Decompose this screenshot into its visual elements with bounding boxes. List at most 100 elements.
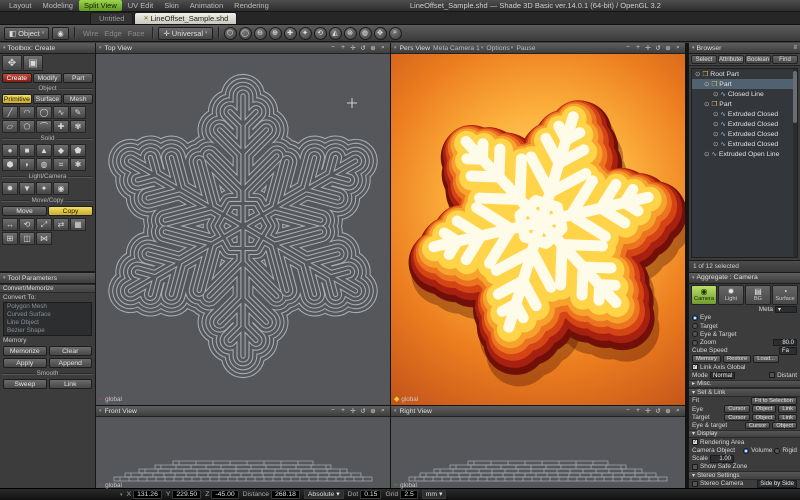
- create-tool-icon-1[interactable]: ✥: [2, 55, 22, 71]
- transform-tool-icon-2[interactable]: ⟲: [19, 218, 35, 231]
- front-viewport-canvas[interactable]: ⌐ global: [96, 417, 390, 491]
- viewport-control-6[interactable]: ⌕: [674, 44, 682, 52]
- toolbar-icon-12[interactable]: ⌕: [389, 27, 402, 40]
- display-section-header[interactable]: ▾ Display: [689, 430, 800, 439]
- create-mode-button[interactable]: Create: [2, 73, 32, 83]
- viewport-control-6[interactable]: ⌕: [379, 407, 387, 415]
- toolbox-header[interactable]: ▾ Toolbox: Create: [0, 43, 95, 54]
- viewport-control-1[interactable]: −: [329, 44, 337, 52]
- convert-option-line-object[interactable]: Line Object: [4, 319, 91, 327]
- viewport-control-2[interactable]: +: [339, 407, 347, 415]
- transform-tool-icon-6[interactable]: ⊞: [2, 232, 18, 245]
- target-cursor-button[interactable]: Cursor: [724, 414, 749, 422]
- pers-viewport-canvas[interactable]: ◆ global: [391, 54, 685, 405]
- aggregate-tab-light[interactable]: ✹Light: [718, 285, 744, 305]
- solid-tool-icon-1[interactable]: ●: [2, 144, 18, 157]
- eye-icon[interactable]: ⊙: [695, 70, 700, 78]
- convert-memorize-header[interactable]: Convert/Memorize: [0, 284, 95, 293]
- stereo-camera-checkbox[interactable]: [692, 481, 698, 487]
- menu-tab-layout[interactable]: Layout: [4, 0, 37, 11]
- apply-button[interactable]: Apply: [3, 358, 47, 368]
- pause-button[interactable]: Pause: [516, 45, 535, 52]
- browser-tab-find[interactable]: Find: [772, 55, 798, 64]
- restore-button[interactable]: Restore: [723, 355, 751, 363]
- viewport-control-5[interactable]: ⊕: [369, 44, 377, 52]
- camera-select-dropdown[interactable]: Meta Camera 1▾: [433, 45, 483, 52]
- eye-icon[interactable]: ⊙: [704, 150, 709, 158]
- toolbar-icon-2[interactable]: ◯: [239, 27, 252, 40]
- memory-button[interactable]: Memory: [692, 355, 721, 363]
- solid-tool-icon-8[interactable]: ◍: [36, 158, 52, 171]
- line-tool-icon-4[interactable]: ∿: [53, 106, 69, 119]
- coordinate-mode-dropdown[interactable]: Absolute ▾: [304, 490, 344, 499]
- toolbar-icon-9[interactable]: ⊛: [344, 27, 357, 40]
- transform-tool-icon-4[interactable]: ⇄: [53, 218, 69, 231]
- safe-zone-checkbox[interactable]: [692, 464, 698, 470]
- stereo-mode-dropdown[interactable]: Side by Side: [757, 480, 797, 488]
- line-tool-icon-7[interactable]: ⬠: [19, 120, 35, 133]
- misc-section-header[interactable]: ▸ Misc.: [689, 380, 800, 389]
- viewport-control-4[interactable]: ↺: [654, 407, 662, 415]
- tool-parameters-header[interactable]: ▾ Tool Parameters: [0, 273, 95, 284]
- unit-dropdown[interactable]: mm ▾: [422, 490, 447, 499]
- transform-tool-icon-3[interactable]: ⤢: [36, 218, 52, 231]
- viewport-control-4[interactable]: ↺: [359, 407, 367, 415]
- tree-item-extruded-open-line[interactable]: ⊙∿Extruded Open Line: [692, 149, 797, 159]
- line-tool-icon-5[interactable]: ✎: [70, 106, 86, 119]
- toolbar-icon-5[interactable]: ✚: [284, 27, 297, 40]
- toolbar-icon-3[interactable]: ⊖: [254, 27, 267, 40]
- light-camera-tool-icon-4[interactable]: ◉: [53, 182, 69, 195]
- right-viewport-canvas[interactable]: ⌐ global: [391, 417, 685, 491]
- eye-target-radio[interactable]: [692, 331, 698, 337]
- tree-item-part[interactable]: ⊙❒Part: [692, 99, 797, 109]
- line-tool-icon-10[interactable]: ✾: [70, 120, 86, 133]
- top-viewport-canvas[interactable]: ⌐ global: [96, 54, 390, 405]
- chevron-down-icon[interactable]: ▾: [394, 45, 397, 51]
- load-button[interactable]: Load...: [753, 355, 779, 363]
- viewport-control-6[interactable]: ⌕: [674, 407, 682, 415]
- eye-link-button[interactable]: Link: [778, 405, 797, 413]
- menu-tab-uv-edit[interactable]: UV Edit: [123, 0, 158, 11]
- line-tool-icon-1[interactable]: ╱: [2, 106, 18, 119]
- eye-icon[interactable]: ⊙: [713, 120, 718, 128]
- primitive-button[interactable]: Primitive: [2, 94, 32, 104]
- mode-button-wire[interactable]: Wire: [80, 29, 101, 38]
- viewport-control-2[interactable]: +: [634, 44, 642, 52]
- scale-field[interactable]: 1.00: [710, 455, 734, 463]
- aggregate-tab-surface[interactable]: ◔Surface: [772, 285, 798, 305]
- line-tool-icon-8[interactable]: ⌒: [36, 120, 52, 133]
- solid-tool-icon-3[interactable]: ▲: [36, 144, 52, 157]
- eye-icon[interactable]: ⊙: [704, 100, 709, 108]
- universal-manipulator-dropdown[interactable]: ✛ Universal ▾: [158, 27, 212, 40]
- solid-tool-icon-5[interactable]: ⬟: [70, 144, 86, 157]
- viewport-control-1[interactable]: −: [329, 407, 337, 415]
- eye-target-cursor-button[interactable]: Cursor: [745, 422, 770, 430]
- menu-tab-animation[interactable]: Animation: [185, 0, 228, 11]
- viewport-control-4[interactable]: ↺: [359, 44, 367, 52]
- transform-tool-icon-5[interactable]: ▦: [70, 218, 86, 231]
- browser-header[interactable]: ▾ Browser ≡: [689, 43, 800, 54]
- right-viewport[interactable]: ▾ Right View −+✛↺⊕⌕ ⌐ global: [391, 406, 685, 491]
- viewport-control-1[interactable]: −: [624, 44, 632, 52]
- eye-icon[interactable]: ⊙: [713, 90, 718, 98]
- rendering-area-checkbox[interactable]: ✓: [692, 439, 698, 445]
- stereo-settings-header[interactable]: ▾ Stereo Settings: [689, 471, 800, 480]
- toolbar-icon-1[interactable]: ⬡: [224, 27, 237, 40]
- line-tool-icon-2[interactable]: ◠: [19, 106, 35, 119]
- mode-dropdown[interactable]: Normal: [710, 372, 735, 380]
- perspective-viewport[interactable]: ▾ Pers View Meta Camera 1▾ Options▾ Paus…: [391, 43, 685, 405]
- viewport-control-3[interactable]: ✛: [349, 407, 357, 415]
- close-icon[interactable]: ✕: [143, 15, 148, 22]
- eye-cursor-button[interactable]: Cursor: [724, 405, 749, 413]
- modify-mode-button[interactable]: Modify: [33, 73, 63, 83]
- light-camera-tool-icon-2[interactable]: ▼: [19, 182, 35, 195]
- target-link-button[interactable]: Link: [778, 414, 797, 422]
- front-viewport[interactable]: ▾ Front View −+✛↺⊕⌕ ⌐ global: [96, 406, 390, 491]
- tree-item-root-part[interactable]: ⊙❒Root Part: [692, 69, 797, 79]
- doc-tab-untitled[interactable]: Untitled: [90, 12, 133, 24]
- aggregate-tab-bg[interactable]: ▤BG: [745, 285, 771, 305]
- doc-tab-lineoffset-sample-shd[interactable]: ✕LineOffset_Sample.shd: [134, 12, 237, 24]
- eye-icon[interactable]: ⊙: [704, 80, 709, 88]
- eye-target-object-button[interactable]: Object: [772, 422, 797, 430]
- menu-tab-skin[interactable]: Skin: [159, 0, 184, 11]
